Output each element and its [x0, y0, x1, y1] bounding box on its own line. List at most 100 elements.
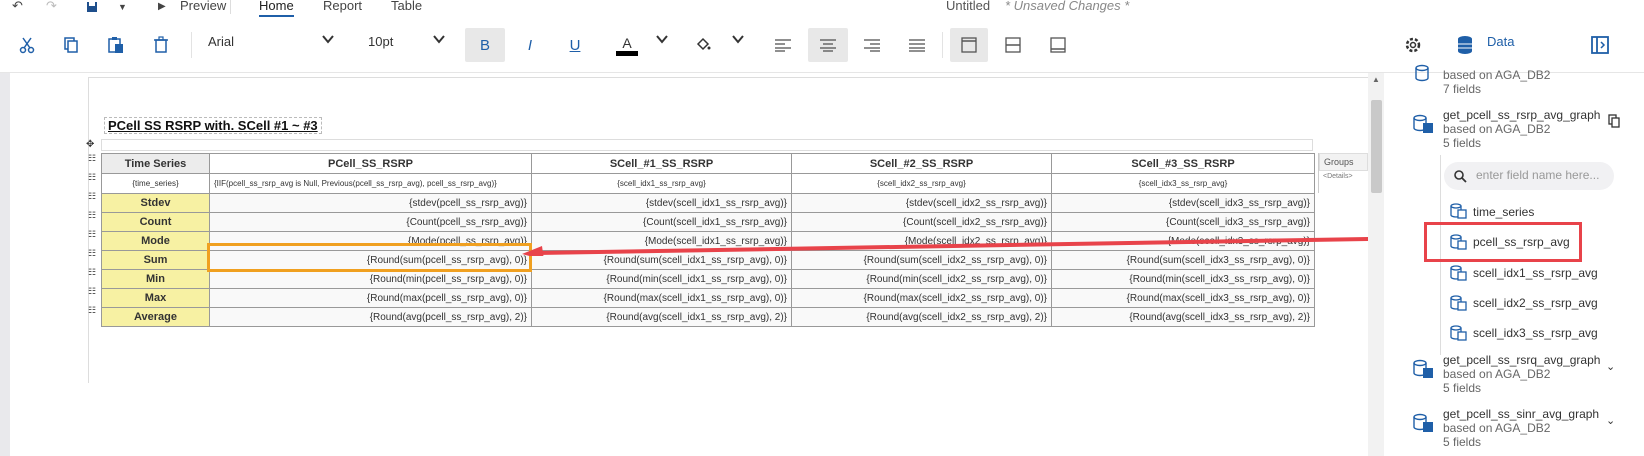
table-cell[interactable]: {Count(scell_idx3_ss_rsrp_avg)} — [1051, 212, 1315, 232]
table-cell[interactable]: {stdev(scell_idx3_ss_rsrp_avg)} — [1051, 193, 1315, 213]
row-handle-icon[interactable]: ☷ — [86, 305, 98, 324]
settings-button[interactable] — [1398, 28, 1428, 62]
table-cell[interactable]: {Round(min(scell_idx2_ss_rsrp_avg), 0)} — [791, 269, 1052, 289]
cell-scell1[interactable]: {scell_idx1_ss_rsrp_avg} — [531, 173, 792, 194]
table-cell[interactable]: {Round(avg(scell_idx3_ss_rsrp_avg), 2)} — [1051, 307, 1315, 327]
fill-color-chevron-icon[interactable] — [731, 32, 745, 49]
header-scell3[interactable]: SCell_#3_SS_RSRP — [1051, 153, 1315, 174]
header-pcell[interactable]: PCell_SS_RSRP — [209, 153, 532, 174]
preview-button[interactable]: Preview — [180, 0, 226, 13]
datasource-previous[interactable]: based on AGA_DB2 7 fields — [1443, 68, 1550, 96]
cell-time-series[interactable]: {time_series} — [101, 173, 210, 194]
copy-icon[interactable] — [1608, 114, 1620, 128]
datasource-pcell-rsrq[interactable]: get_pcell_ss_rsrq_avg_graph based on AGA… — [1443, 353, 1600, 395]
table-cell[interactable]: {stdev(scell_idx2_ss_rsrp_avg)} — [791, 193, 1052, 213]
row-handle-icon[interactable]: ☷ — [86, 267, 98, 286]
paste-button[interactable] — [101, 28, 131, 62]
scrollbar-thumb[interactable] — [1371, 100, 1382, 193]
row-label[interactable]: Max — [101, 288, 210, 308]
tab-table[interactable]: Table — [391, 0, 422, 13]
delete-button[interactable] — [146, 28, 176, 62]
italic-button[interactable]: I — [515, 28, 545, 62]
table-cell[interactable]: {Count(pcell_ss_rsrp_avg)} — [209, 212, 532, 232]
table-cell[interactable]: {Round(min(pcell_ss_rsrp_avg), 0)} — [209, 269, 532, 289]
row-handle-icon[interactable]: ☷ — [86, 153, 98, 172]
datasource-name[interactable]: get_pcell_ss_sinr_avg_graph — [1443, 407, 1599, 421]
redo-icon[interactable]: ↷ — [46, 0, 57, 14]
canvas-scrollbar[interactable]: ▲ — [1368, 73, 1384, 456]
row-handle-icon[interactable]: ☷ — [86, 229, 98, 248]
cell-scell2[interactable]: {scell_idx2_ss_rsrp_avg} — [791, 173, 1052, 194]
font-family-select[interactable]: Arial — [208, 34, 234, 49]
save-icon[interactable] — [86, 0, 98, 16]
table-cell[interactable]: {stdev(pcell_ss_rsrp_avg)} — [209, 193, 532, 213]
row-label[interactable]: Mode — [101, 231, 210, 251]
row-handle-icon[interactable]: ☷ — [86, 248, 98, 267]
field-item[interactable]: time_series — [1473, 205, 1534, 219]
tab-home[interactable]: Home — [259, 0, 294, 17]
row-label[interactable]: Min — [101, 269, 210, 289]
row-handle-icon[interactable]: ☷ — [86, 286, 98, 305]
scroll-up-icon[interactable]: ▲ — [1372, 75, 1380, 84]
table-cell[interactable]: {Count(scell_idx1_ss_rsrp_avg)} — [531, 212, 792, 232]
field-search-input[interactable]: enter field name here... — [1444, 162, 1614, 190]
field-item[interactable]: scell_idx2_ss_rsrp_avg — [1473, 296, 1598, 310]
vertical-align-top-button[interactable] — [950, 28, 988, 62]
underline-button[interactable]: U — [560, 28, 590, 62]
table-cell[interactable]: {Round(min(scell_idx3_ss_rsrp_avg), 0)} — [1051, 269, 1315, 289]
cut-button[interactable] — [12, 28, 42, 62]
vertical-align-bottom-button[interactable] — [1043, 28, 1073, 62]
table-cell[interactable]: {Round(min(scell_idx1_ss_rsrp_avg), 0)} — [531, 269, 792, 289]
move-handle-icon[interactable]: ✥ — [86, 139, 94, 150]
datasource-name[interactable]: get_pcell_ss_rsrp_avg_graph — [1443, 108, 1600, 122]
header-scell1[interactable]: SCell_#1_SS_RSRP — [531, 153, 792, 174]
save-dropdown-icon[interactable]: ▼ — [118, 2, 127, 12]
font-color-button[interactable]: A — [612, 28, 642, 62]
row-label[interactable]: Average — [101, 307, 210, 327]
table-cell[interactable]: {Round(max(pcell_ss_rsrp_avg), 0)} — [209, 288, 532, 308]
row-handle-icon[interactable]: ☷ — [86, 172, 98, 191]
fill-color-button[interactable] — [688, 28, 718, 62]
header-scell2[interactable]: SCell_#2_SS_RSRP — [791, 153, 1052, 174]
chevron-down-icon[interactable]: ⌄ — [1606, 414, 1615, 427]
row-label[interactable]: Count — [101, 212, 210, 232]
row-handle-icon[interactable]: ☷ — [86, 191, 98, 210]
align-right-button[interactable] — [857, 28, 887, 62]
align-center-button[interactable] — [808, 28, 848, 62]
table-cell[interactable]: {Round(avg(scell_idx1_ss_rsrp_avg), 2)} — [531, 307, 792, 327]
row-label[interactable]: Sum — [101, 250, 210, 270]
bold-button[interactable]: B — [465, 28, 505, 62]
datasource-pcell-rsrp[interactable]: get_pcell_ss_rsrp_avg_graph based on AGA… — [1443, 108, 1600, 150]
row-handle-icon[interactable]: ☷ — [86, 210, 98, 229]
font-color-chevron-icon[interactable] — [655, 32, 669, 49]
align-left-button[interactable] — [768, 28, 798, 62]
groups-panel[interactable]: Groups <Details> — [1318, 153, 1368, 193]
vertical-align-middle-button[interactable] — [998, 28, 1028, 62]
table-cell[interactable]: {Round(avg(scell_idx2_ss_rsrp_avg), 2)} — [791, 307, 1052, 327]
copy-button[interactable] — [56, 28, 86, 62]
table-cell[interactable]: {Round(avg(pcell_ss_rsrp_avg), 2)} — [209, 307, 532, 327]
collapse-panel-button[interactable] — [1585, 28, 1615, 62]
cell-pcell-expression[interactable]: {IIF(pcell_ss_rsrp_avg is Null, Previous… — [209, 173, 532, 194]
table-cell[interactable]: {stdev(scell_idx1_ss_rsrp_avg)} — [531, 193, 792, 213]
table-cell[interactable]: {Round(max(scell_idx2_ss_rsrp_avg), 0)} — [791, 288, 1052, 308]
field-item[interactable]: scell_idx3_ss_rsrp_avg — [1473, 326, 1598, 340]
details-group[interactable]: <Details> — [1319, 171, 1368, 182]
chevron-down-icon[interactable]: ⌄ — [1606, 360, 1615, 373]
datasource-name[interactable]: get_pcell_ss_rsrq_avg_graph — [1443, 353, 1600, 367]
tab-report[interactable]: Report — [323, 0, 362, 13]
font-size-select[interactable]: 10pt — [368, 34, 393, 49]
table-column-selector[interactable] — [101, 139, 1313, 151]
data-panel-button[interactable] — [1450, 28, 1480, 62]
datasource-pcell-sinr[interactable]: get_pcell_ss_sinr_avg_graph based on AGA… — [1443, 407, 1599, 449]
field-item[interactable]: scell_idx1_ss_rsrp_avg — [1473, 266, 1598, 280]
cell-scell3[interactable]: {scell_idx3_ss_rsrp_avg} — [1051, 173, 1315, 194]
report-title[interactable]: PCell SS RSRP with. SCell #1 ~ #3 — [104, 117, 322, 134]
data-tab-label[interactable]: Data — [1487, 34, 1514, 49]
table-cell[interactable]: {Count(scell_idx2_ss_rsrp_avg)} — [791, 212, 1052, 232]
table-cell[interactable]: {Round(max(scell_idx1_ss_rsrp_avg), 0)} — [531, 288, 792, 308]
font-size-chevron-icon[interactable] — [432, 32, 446, 49]
header-time-series[interactable]: Time Series — [101, 153, 210, 174]
font-family-chevron-icon[interactable] — [321, 32, 335, 49]
justify-button[interactable] — [902, 28, 932, 62]
